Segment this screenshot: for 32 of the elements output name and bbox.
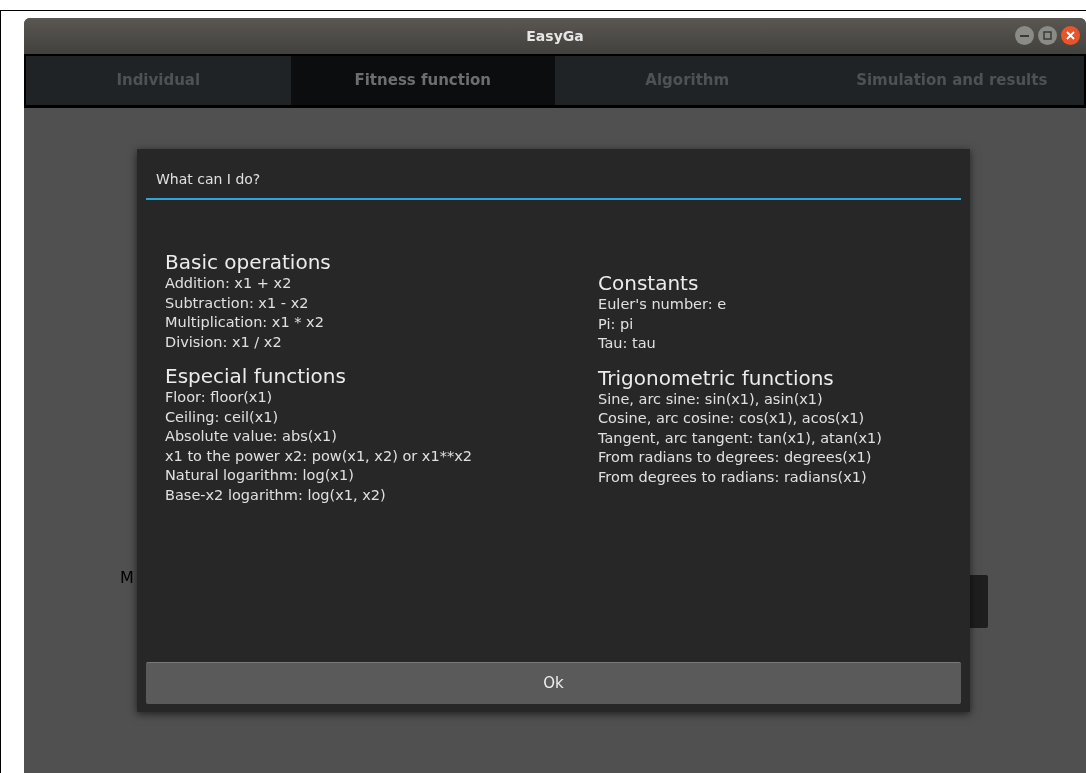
help-line: Floor: floor(x1) bbox=[165, 388, 274, 407]
help-line: x1 to the power x2: pow(x1, x2) or x1**x2 bbox=[165, 446, 473, 466]
help-line: Natural logarithm: log(x1) bbox=[165, 466, 355, 485]
help-line: Pi: pi bbox=[598, 314, 635, 334]
window-title: EasyGa bbox=[526, 26, 584, 46]
help-line: Multiplication: x1 * x2 bbox=[165, 313, 325, 332]
minimize-icon bbox=[1020, 34, 1029, 37]
help-line: From radians to degrees: degrees(x1) bbox=[598, 448, 873, 467]
section-heading: Constants bbox=[598, 271, 700, 295]
dialog-title: What can I do? bbox=[156, 171, 261, 187]
help-line: From degrees to radians: radians(x1) bbox=[598, 467, 868, 487]
tab[interactable]: Fitness function bbox=[290, 56, 555, 105]
ok-button[interactable]: Ok bbox=[146, 662, 961, 704]
help-line: Division: x1 / x2 bbox=[165, 332, 283, 352]
help-line: Sine, arc sine: sin(x1), asin(x1) bbox=[598, 389, 824, 409]
close-icon bbox=[1066, 31, 1075, 40]
field-label: M bbox=[120, 567, 134, 589]
section-heading: Basic operations bbox=[165, 250, 332, 274]
maximize-icon bbox=[1043, 31, 1052, 40]
section-heading: Especial functions bbox=[165, 364, 347, 388]
help-line: Addition: x1 + x2 bbox=[165, 274, 293, 293]
help-line: Ceiling: ceil(x1) bbox=[165, 407, 280, 427]
minimize-button[interactable] bbox=[1015, 26, 1034, 45]
help-line: Tangent, arc tangent: tan(x1), atan(x1) bbox=[598, 428, 883, 448]
help-line: Absolute value: abs(x1) bbox=[165, 427, 338, 446]
close-button[interactable] bbox=[1061, 26, 1080, 45]
help-line: Subtraction: x1 - x2 bbox=[165, 293, 310, 313]
help-line: Base-x2 logarithm: log(x1, x2) bbox=[165, 485, 387, 505]
help-line: Tau: tau bbox=[598, 334, 657, 353]
help-line: Euler's number: e bbox=[598, 295, 728, 314]
help-line: Cosine, arc cosine: cos(x1), acos(x1) bbox=[598, 409, 866, 428]
section-heading: Trigonometric functions bbox=[598, 365, 835, 390]
